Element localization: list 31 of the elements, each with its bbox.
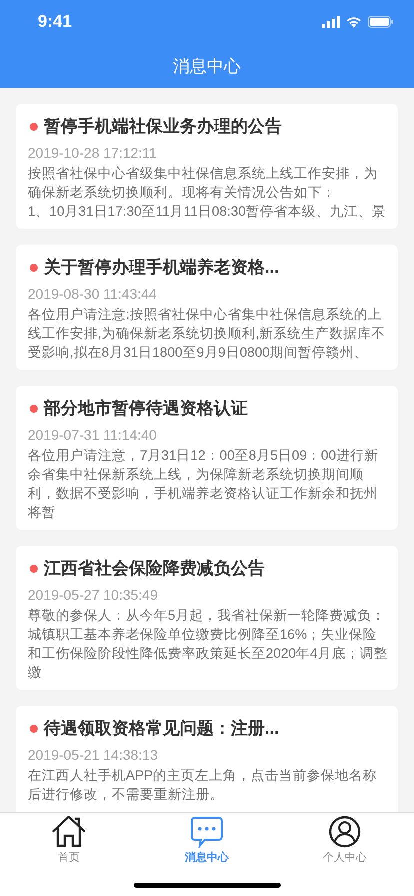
message-card[interactable]: 暂停手机端社保业务办理的公告 2019-10-28 17:12:11 按照省社保中心省级集中社保信息系统上线工作安排，为确保新老系统切换顺利。现将有关情况公告如下： 1、10月31日17:30至11月11日08:30暂停省本级、九江、景 xyxy=(16,104,398,229)
page-title: 消息中心 xyxy=(173,56,241,78)
message-title: 关于暂停办理手机端养老资格... xyxy=(44,257,280,279)
house-icon xyxy=(52,816,86,848)
message-card[interactable]: 部分地市暂停待遇资格认证 2019-07-31 11:14:40 各位用户请注意，7月31日12：00至8月5日09：00进行新余省集中社保新系统上线，为保障新老系统切换期间顺利，数据不受影响，手机端养老资格认证工作新余和抚州将暂 xyxy=(16,386,398,530)
battery-icon xyxy=(368,16,394,28)
message-preview: 在江西人社手机APP的主页左上角，点击当前参保地名称后进行修改，不需要重新注册。 xyxy=(28,767,378,804)
message-preview: 尊敬的参保人：从今年5月起，我省社保新一轮降费减负：城镇职工基本养老保险单位缴费比例降至16%；失业保险和工伤保险阶段性降低费率政策延长至2020年4月底；调整缴 xyxy=(28,607,388,682)
message-title: 部分地市暂停待遇资格认证 xyxy=(44,398,248,420)
user-circle-icon xyxy=(329,816,361,848)
home-indicator[interactable] xyxy=(134,883,281,888)
message-date: 2019-05-21 14:38:13 xyxy=(28,746,159,764)
message-date: 2019-10-28 17:12:11 xyxy=(28,144,158,162)
message-card[interactable]: 关于暂停办理手机端养老资格... 2019-08-30 11:43:44 各位用户请注意:按照省社保中心省集中社保信息系统的上线工作安排,为确保新老系统切换顺利,新系统生产数据库不受影响,拟在8月31日1800至9月9日0800期间暂停赣州、 xyxy=(16,245,398,370)
status-time: 9:41 xyxy=(38,12,72,32)
message-date: 2019-07-31 11:14:40 xyxy=(28,426,158,444)
tab-item[interactable]: 首页 xyxy=(19,816,119,865)
chat-bubble-icon xyxy=(190,816,224,848)
message-card[interactable]: 待遇领取资格常见问题：注册... 2019-05-21 14:38:13 在江西人社手机APP的主页左上角，点击当前参保地名称后进行修改，不需要重新注册。 xyxy=(16,706,398,812)
tab-item[interactable]: 个人中心 xyxy=(295,816,395,865)
wifi-icon xyxy=(346,16,362,28)
message-title: 江西省社会保险降费减负公告 xyxy=(44,558,265,580)
message-title: 暂停手机端社保业务办理的公告 xyxy=(44,116,282,138)
signal-icon xyxy=(322,16,340,28)
message-preview: 各位用户请注意，7月31日12：00至8月5日09：00进行新余省集中社保新系统上线，为保障新老系统切换期间顺利，数据不受影响，手机端养老资格认证工作新余和抚州将暂 xyxy=(28,447,380,522)
message-title: 待遇领取资格常见问题：注册... xyxy=(44,718,280,740)
message-date: 2019-08-30 11:43:44 xyxy=(28,285,158,303)
message-date: 2019-05-27 10:35:49 xyxy=(28,586,159,604)
message-preview: 按照省社保中心省级集中社保信息系统上线工作安排，为确保新老系统切换顺利。现将有关情况公告如下： 1、10月31日17:30至11月11日08:30暂停省本级、九江、景 xyxy=(28,165,388,221)
message-card[interactable]: 江西省社会保险降费减负公告 2019-05-27 10:35:49 尊敬的参保人：从今年5月起，我省社保新一轮降费减负：城镇职工基本养老保险单位缴费比例降至16%；失业保险和工伤保险阶段性降低费率政策延长至2020年4月底；调整缴 xyxy=(16,546,398,690)
message-preview: 各位用户请注意:按照省社保中心省集中社保信息系统的上线工作安排,为确保新老系统切换顺利,新系统生产数据库不受影响,拟在8月31日1800至9月9日0800期间暂停赣州、 xyxy=(28,306,387,362)
